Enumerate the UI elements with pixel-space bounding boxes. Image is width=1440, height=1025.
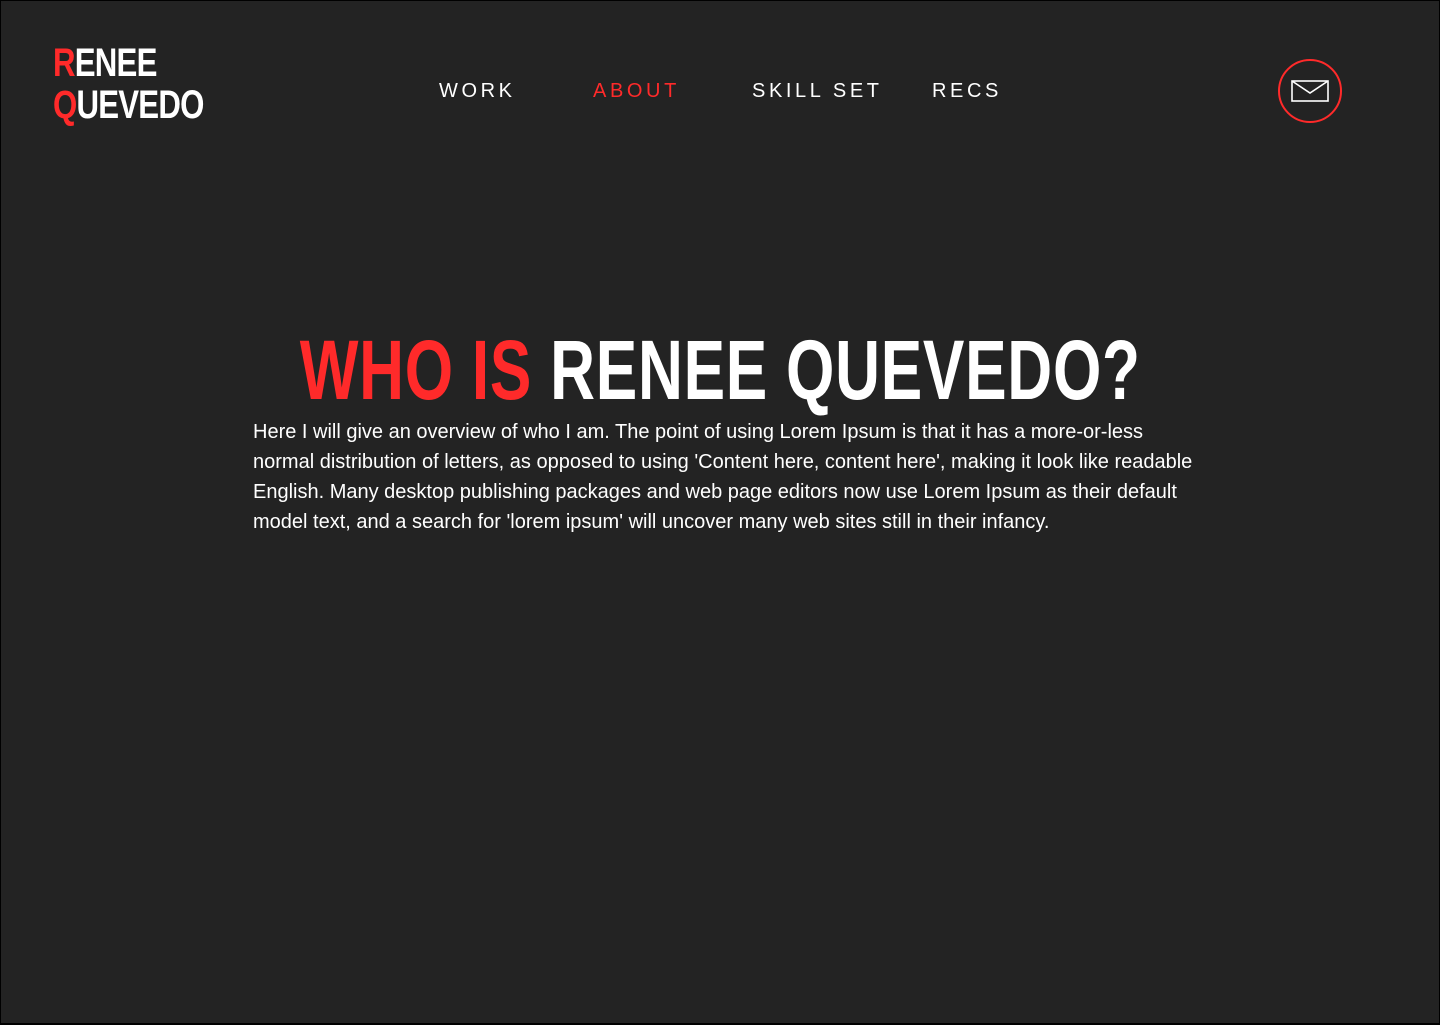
logo-initial-r: R <box>53 41 76 85</box>
nav-item-work[interactable]: WORK <box>439 80 516 102</box>
page: RENEE QUEVEDO WORK ABOUT SKILL SET RECS … <box>1 1 1439 1023</box>
logo[interactable]: RENEE QUEVEDO <box>53 43 246 127</box>
page-title-accent: WHO IS <box>299 323 532 418</box>
logo-line-first: RENEE <box>53 43 204 85</box>
logo-rest-first: ENEE <box>74 41 158 85</box>
contact-mail-button[interactable] <box>1278 59 1342 123</box>
nav-item-skill-set[interactable]: SKILL SET <box>752 80 883 102</box>
logo-line-last: QUEVEDO <box>53 85 204 127</box>
page-title-name: RENEE QUEVEDO? <box>549 323 1141 418</box>
page-title: WHO IS RENEE QUEVEDO? <box>1 325 1439 415</box>
logo-rest-last: UEVEDO <box>76 83 204 127</box>
nav-item-about[interactable]: ABOUT <box>593 80 680 102</box>
mail-icon <box>1291 80 1329 102</box>
logo-initial-q: Q <box>53 83 77 127</box>
about-intro-text: Here I will give an overview of who I am… <box>253 421 1193 533</box>
nav-item-recs[interactable]: RECS <box>932 80 1002 102</box>
page-title-inner: WHO IS RENEE QUEVEDO? <box>299 325 1140 415</box>
